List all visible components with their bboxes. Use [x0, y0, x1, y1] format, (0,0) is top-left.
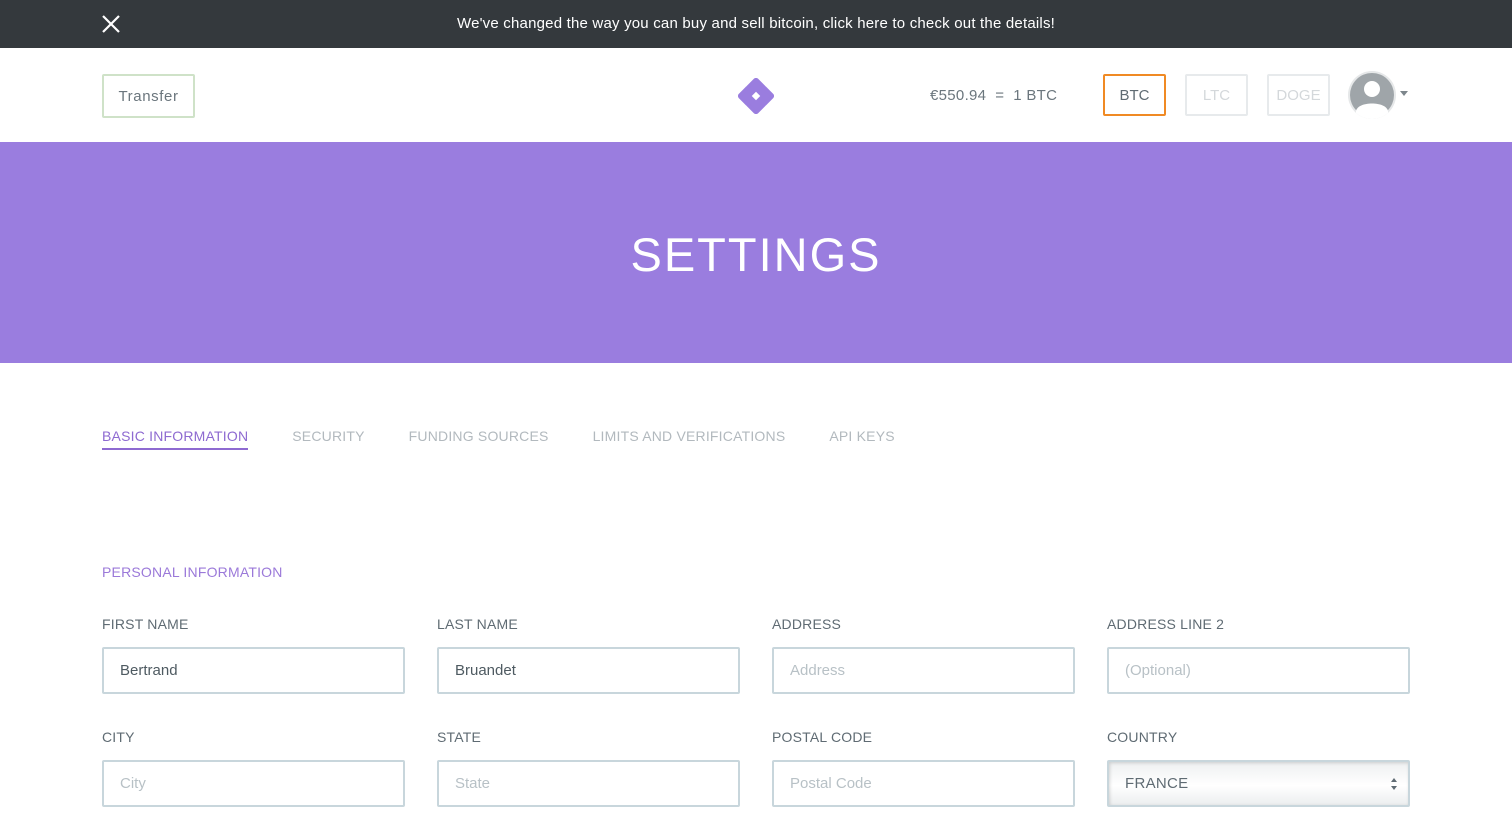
settings-hero: SETTINGS	[0, 142, 1512, 363]
address-line-2-label: ADDRESS LINE 2	[1107, 616, 1225, 632]
first-name-label: FIRST NAME	[102, 616, 189, 632]
avatar-icon	[1348, 71, 1396, 119]
tab-api-keys[interactable]: API KEYS	[829, 424, 894, 448]
currency-ltc-button[interactable]: LTC	[1185, 74, 1248, 116]
currency-btc-button[interactable]: BTC	[1103, 74, 1166, 116]
banner-message-link[interactable]: We've changed the way you can buy and se…	[0, 0, 1512, 48]
city-input[interactable]	[102, 760, 405, 807]
section-title-personal-information: PERSONAL INFORMATION	[102, 564, 283, 580]
state-input[interactable]	[437, 760, 740, 807]
tab-funding-sources[interactable]: FUNDING SOURCES	[409, 424, 549, 448]
transfer-button[interactable]: Transfer	[102, 74, 195, 118]
currency-doge-button[interactable]: DOGE	[1267, 74, 1330, 116]
address-label: ADDRESS	[772, 616, 842, 632]
user-avatar[interactable]	[1348, 71, 1396, 119]
postal-code-label: POSTAL CODE	[772, 729, 873, 745]
page-title: SETTINGS	[630, 228, 882, 281]
user-menu-caret-icon[interactable]	[1400, 91, 1408, 96]
address-input[interactable]	[772, 647, 1075, 694]
state-label: STATE	[437, 729, 482, 745]
exchange-rate: €550.94 = 1 BTC	[930, 87, 1058, 104]
tab-basic-information[interactable]: BASIC INFORMATION	[102, 424, 249, 450]
last-name-label: LAST NAME	[437, 616, 518, 632]
last-name-input[interactable]	[437, 647, 740, 694]
first-name-input[interactable]	[102, 647, 405, 694]
tab-security[interactable]: SECURITY	[292, 424, 364, 448]
country-label: COUNTRY	[1107, 729, 1178, 745]
country-select[interactable]: FRANCE	[1107, 760, 1410, 807]
city-label: CITY	[102, 729, 135, 745]
address-line-2-input[interactable]	[1107, 647, 1410, 694]
settings-tabs: BASIC INFORMATION SECURITY FUNDING SOURC…	[102, 424, 939, 452]
announcement-banner: We've changed the way you can buy and se…	[0, 0, 1512, 48]
country-select-value: FRANCE	[1125, 775, 1189, 792]
select-arrows-icon	[1391, 778, 1397, 790]
top-header: Transfer €550.94 = 1 BTC BTC LTC DOGE	[0, 48, 1512, 142]
postal-code-input[interactable]	[772, 760, 1075, 807]
tab-limits-and-verifications[interactable]: LIMITS AND VERIFICATIONS	[593, 424, 786, 448]
logo-icon[interactable]	[738, 78, 774, 114]
